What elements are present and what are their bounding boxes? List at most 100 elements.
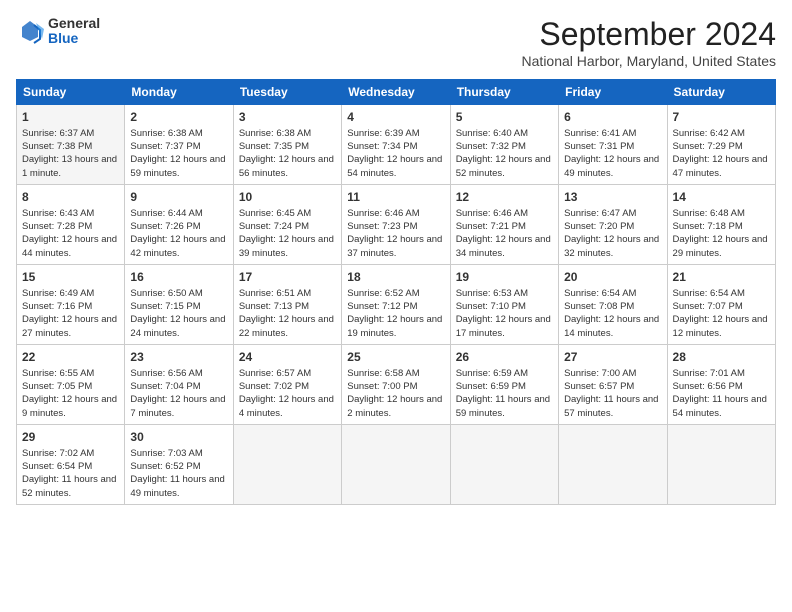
location: National Harbor, Maryland, United States [522, 53, 776, 69]
day-info: Sunrise: 6:38 AMSunset: 7:37 PMDaylight:… [130, 127, 227, 180]
logo: General Blue [16, 16, 100, 47]
day-num: 12 [456, 189, 553, 206]
day-13: 13 Sunrise: 6:47 AMSunset: 7:20 PMDaylig… [559, 184, 667, 264]
empty-cell [233, 424, 341, 504]
week-row-1: 1 Sunrise: 6:37 AMSunset: 7:38 PMDayligh… [17, 105, 776, 185]
day-5: 5 Sunrise: 6:40 AMSunset: 7:32 PMDayligh… [450, 105, 558, 185]
day-9: 9 Sunrise: 6:44 AMSunset: 7:26 PMDayligh… [125, 184, 233, 264]
day-num: 27 [564, 349, 661, 366]
day-num: 29 [22, 429, 119, 446]
day-info: Sunrise: 7:02 AMSunset: 6:54 PMDaylight:… [22, 447, 119, 500]
day-28: 28 Sunrise: 7:01 AMSunset: 6:56 PMDaylig… [667, 344, 775, 424]
day-num: 3 [239, 109, 336, 126]
day-25: 25 Sunrise: 6:58 AMSunset: 7:00 PMDaylig… [342, 344, 450, 424]
day-num: 6 [564, 109, 661, 126]
day-num: 15 [22, 269, 119, 286]
empty-cell [342, 424, 450, 504]
day-8: 8 Sunrise: 6:43 AMSunset: 7:28 PMDayligh… [17, 184, 125, 264]
logo-general: General [48, 15, 100, 31]
day-info: Sunrise: 6:46 AMSunset: 7:23 PMDaylight:… [347, 207, 444, 260]
day-info: Sunrise: 6:48 AMSunset: 7:18 PMDaylight:… [673, 207, 770, 260]
day-num: 20 [564, 269, 661, 286]
day-info: Sunrise: 6:50 AMSunset: 7:15 PMDaylight:… [130, 287, 227, 340]
day-14: 14 Sunrise: 6:48 AMSunset: 7:18 PMDaylig… [667, 184, 775, 264]
week-row-4: 22 Sunrise: 6:55 AMSunset: 7:05 PMDaylig… [17, 344, 776, 424]
day-4: 4 Sunrise: 6:39 AMSunset: 7:34 PMDayligh… [342, 105, 450, 185]
header-friday: Friday [559, 80, 667, 105]
day-11: 11 Sunrise: 6:46 AMSunset: 7:23 PMDaylig… [342, 184, 450, 264]
day-15: 15 Sunrise: 6:49 AMSunset: 7:16 PMDaylig… [17, 264, 125, 344]
header-tuesday: Tuesday [233, 80, 341, 105]
day-2: 2 Sunrise: 6:38 AMSunset: 7:37 PMDayligh… [125, 105, 233, 185]
day-30: 30 Sunrise: 7:03 AMSunset: 6:52 PMDaylig… [125, 424, 233, 504]
day-info: Sunrise: 6:43 AMSunset: 7:28 PMDaylight:… [22, 207, 119, 260]
week-row-5: 29 Sunrise: 7:02 AMSunset: 6:54 PMDaylig… [17, 424, 776, 504]
day-info: Sunrise: 6:45 AMSunset: 7:24 PMDaylight:… [239, 207, 336, 260]
day-17: 17 Sunrise: 6:51 AMSunset: 7:13 PMDaylig… [233, 264, 341, 344]
day-info: Sunrise: 6:37 AMSunset: 7:38 PMDaylight:… [22, 127, 119, 180]
day-26: 26 Sunrise: 6:59 AMSunset: 6:59 PMDaylig… [450, 344, 558, 424]
day-info: Sunrise: 6:44 AMSunset: 7:26 PMDaylight:… [130, 207, 227, 260]
page: General Blue September 2024 National Har… [0, 0, 792, 515]
day-info: Sunrise: 6:54 AMSunset: 7:07 PMDaylight:… [673, 287, 770, 340]
day-num: 16 [130, 269, 227, 286]
day-27: 27 Sunrise: 7:00 AMSunset: 6:57 PMDaylig… [559, 344, 667, 424]
week-row-3: 15 Sunrise: 6:49 AMSunset: 7:16 PMDaylig… [17, 264, 776, 344]
day-20: 20 Sunrise: 6:54 AMSunset: 7:08 PMDaylig… [559, 264, 667, 344]
day-19: 19 Sunrise: 6:53 AMSunset: 7:10 PMDaylig… [450, 264, 558, 344]
header-monday: Monday [125, 80, 233, 105]
day-info: Sunrise: 6:55 AMSunset: 7:05 PMDaylight:… [22, 367, 119, 420]
day-18: 18 Sunrise: 6:52 AMSunset: 7:12 PMDaylig… [342, 264, 450, 344]
empty-cell [559, 424, 667, 504]
day-info: Sunrise: 6:40 AMSunset: 7:32 PMDaylight:… [456, 127, 553, 180]
day-29: 29 Sunrise: 7:02 AMSunset: 6:54 PMDaylig… [17, 424, 125, 504]
day-3: 3 Sunrise: 6:38 AMSunset: 7:35 PMDayligh… [233, 105, 341, 185]
header-thursday: Thursday [450, 80, 558, 105]
day-info: Sunrise: 6:58 AMSunset: 7:00 PMDaylight:… [347, 367, 444, 420]
day-1-sun: 1 Sunrise: 6:37 AMSunset: 7:38 PMDayligh… [17, 105, 125, 185]
day-num: 30 [130, 429, 227, 446]
day-num: 7 [673, 109, 770, 126]
day-16: 16 Sunrise: 6:50 AMSunset: 7:15 PMDaylig… [125, 264, 233, 344]
day-num: 26 [456, 349, 553, 366]
day-info: Sunrise: 6:53 AMSunset: 7:10 PMDaylight:… [456, 287, 553, 340]
day-info: Sunrise: 6:47 AMSunset: 7:20 PMDaylight:… [564, 207, 661, 260]
day-info: Sunrise: 6:42 AMSunset: 7:29 PMDaylight:… [673, 127, 770, 180]
day-info: Sunrise: 7:01 AMSunset: 6:56 PMDaylight:… [673, 367, 770, 420]
day-info: Sunrise: 6:57 AMSunset: 7:02 PMDaylight:… [239, 367, 336, 420]
day-num: 23 [130, 349, 227, 366]
logo-blue: Blue [48, 30, 78, 46]
logo-icon [16, 17, 44, 45]
day-num: 5 [456, 109, 553, 126]
day-info: Sunrise: 6:46 AMSunset: 7:21 PMDaylight:… [456, 207, 553, 260]
calendar: Sunday Monday Tuesday Wednesday Thursday… [16, 79, 776, 505]
day-info: Sunrise: 7:03 AMSunset: 6:52 PMDaylight:… [130, 447, 227, 500]
day-num: 21 [673, 269, 770, 286]
weekday-header-row: Sunday Monday Tuesday Wednesday Thursday… [17, 80, 776, 105]
day-24: 24 Sunrise: 6:57 AMSunset: 7:02 PMDaylig… [233, 344, 341, 424]
day-6: 6 Sunrise: 6:41 AMSunset: 7:31 PMDayligh… [559, 105, 667, 185]
day-info: Sunrise: 6:54 AMSunset: 7:08 PMDaylight:… [564, 287, 661, 340]
day-num: 2 [130, 109, 227, 126]
month-title: September 2024 [522, 16, 776, 53]
header-sunday: Sunday [17, 80, 125, 105]
week-row-2: 8 Sunrise: 6:43 AMSunset: 7:28 PMDayligh… [17, 184, 776, 264]
logo-text: General Blue [48, 16, 100, 47]
title-section: September 2024 National Harbor, Maryland… [522, 16, 776, 69]
day-num: 28 [673, 349, 770, 366]
day-num: 18 [347, 269, 444, 286]
day-num: 13 [564, 189, 661, 206]
day-info: Sunrise: 6:51 AMSunset: 7:13 PMDaylight:… [239, 287, 336, 340]
day-num: 14 [673, 189, 770, 206]
empty-cell [450, 424, 558, 504]
day-info: Sunrise: 6:49 AMSunset: 7:16 PMDaylight:… [22, 287, 119, 340]
day-num: 9 [130, 189, 227, 206]
day-num: 24 [239, 349, 336, 366]
day-info: Sunrise: 6:52 AMSunset: 7:12 PMDaylight:… [347, 287, 444, 340]
day-num: 17 [239, 269, 336, 286]
empty-cell [667, 424, 775, 504]
day-info: Sunrise: 6:59 AMSunset: 6:59 PMDaylight:… [456, 367, 553, 420]
day-info: Sunrise: 7:00 AMSunset: 6:57 PMDaylight:… [564, 367, 661, 420]
header-wednesday: Wednesday [342, 80, 450, 105]
day-10: 10 Sunrise: 6:45 AMSunset: 7:24 PMDaylig… [233, 184, 341, 264]
